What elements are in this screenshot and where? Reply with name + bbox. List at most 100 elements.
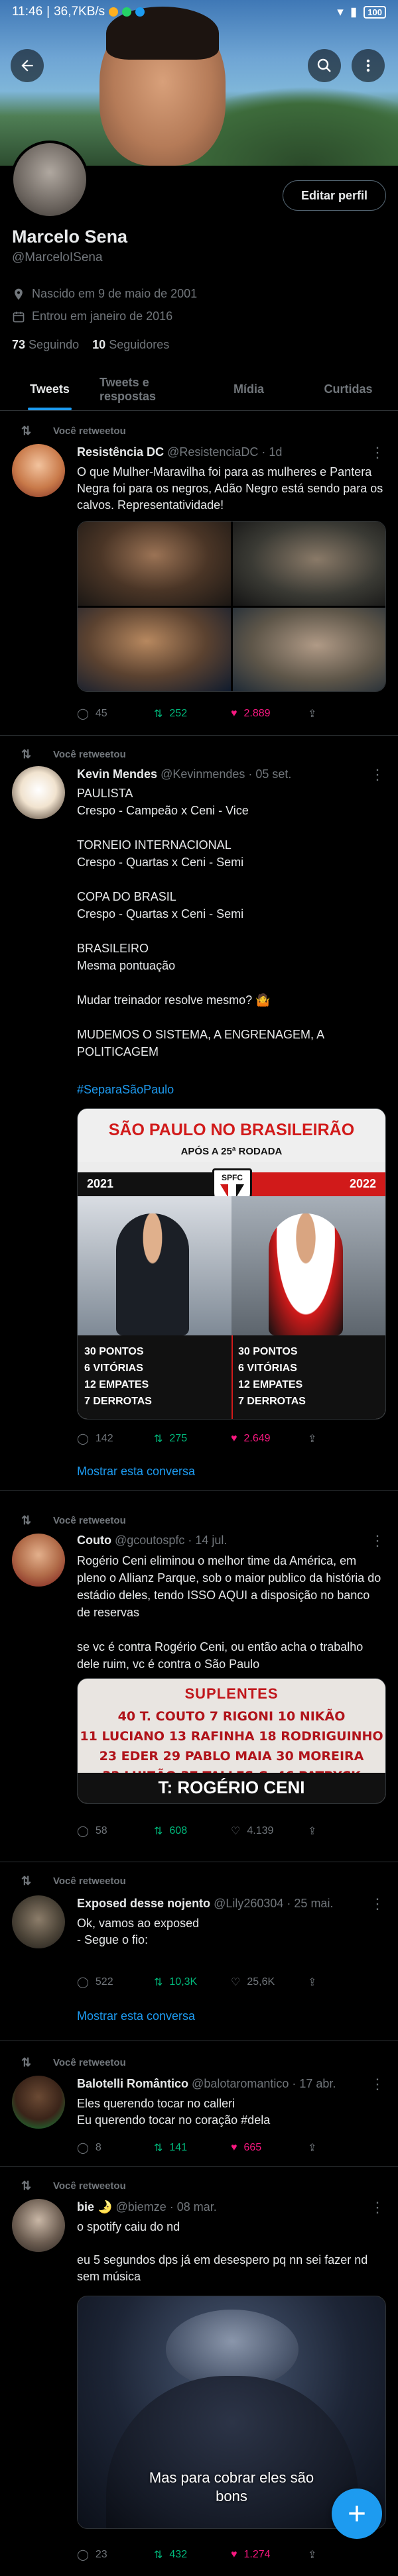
reply-button[interactable]: ◯ 45 <box>77 707 154 720</box>
profile-avatar[interactable] <box>11 140 89 219</box>
retweet-button[interactable]: ⇅ 432 <box>154 2548 231 2561</box>
tweet-author-handle: @biemze · 08 mar. <box>115 2200 217 2213</box>
search-icon <box>317 58 331 72</box>
tweet-author-avatar[interactable] <box>12 1534 65 1587</box>
back-button[interactable] <box>11 49 44 82</box>
retweet-icon: ⇅ <box>21 424 32 437</box>
media-image-1[interactable] <box>78 522 231 606</box>
hashtag-link[interactable]: #SeparaSãoPaulo <box>77 1082 386 1098</box>
reply-button[interactable]: ◯ 58 <box>77 1824 154 1838</box>
retweet-button[interactable]: ⇅ 275 <box>154 1432 231 1445</box>
tab-tweets-replies[interactable]: Tweets e respostas <box>100 368 199 410</box>
tweet-author-avatar[interactable] <box>12 766 65 819</box>
tweet-author-name[interactable]: Exposed desse nojento <box>77 1897 210 1910</box>
tab-media[interactable]: Mídia <box>199 368 298 410</box>
retweet-icon: ⇅ <box>154 2549 163 2561</box>
stat-points: 30 PONTOS <box>84 1346 144 1357</box>
heart-icon: ♥ <box>231 1433 237 1444</box>
tweet-2[interactable]: ⇅ Você retweetou Kevin Mendes @Kevinmend… <box>0 736 398 1491</box>
retweet-button[interactable]: ⇅ 252 <box>154 707 231 720</box>
calendar-icon <box>13 311 25 322</box>
tweet-5[interactable]: ⇅ Você retweetou Balotelli Romântico @ba… <box>0 2041 398 2167</box>
substitutes-line-2: 11 LUCIANO 13 RAFINHA 18 RODRIGUINHO <box>80 1729 383 1744</box>
share-icon: ⇪ <box>308 1826 317 1837</box>
tweet-text: o spotify caiu do nd eu 5 segundos dps j… <box>77 2220 368 2283</box>
tweet-author-avatar[interactable] <box>12 2199 65 2252</box>
tweet-1[interactable]: ⇅ Você retweetou Resistência DC @Resiste… <box>0 411 398 736</box>
retweet-count: 608 <box>169 1825 188 1836</box>
tweet-3[interactable]: ⇅ Você retweetou Couto @gcoutospfc · 14 … <box>0 1491 398 1862</box>
tweet-media-image[interactable]: Mas para cobrar eles são bons <box>77 2296 386 2529</box>
tweet-more-icon[interactable]: ⋮ <box>370 1532 385 1549</box>
tweet-actions: ◯ 58 ⇅ 608 ♡ 4.139 ⇪ <box>77 1822 385 1840</box>
tweet-more-icon[interactable]: ⋮ <box>370 2076 385 2093</box>
show-thread-link[interactable]: Mostrar esta conversa <box>77 1465 195 1479</box>
reply-count: 45 <box>95 708 107 719</box>
reply-button[interactable]: ◯ 142 <box>77 1432 154 1445</box>
card-title: SUPLENTES <box>184 1685 279 1702</box>
tweet-more-icon[interactable]: ⋮ <box>370 1895 385 1913</box>
tweet-author-avatar[interactable] <box>12 444 65 497</box>
tweet-more-icon[interactable]: ⋮ <box>370 766 385 783</box>
like-button[interactable]: ♥ 665 <box>231 2142 308 2154</box>
like-button[interactable]: ♥ 1.274 <box>231 2549 308 2561</box>
compose-tweet-button[interactable]: + <box>332 2489 382 2539</box>
arrow-left-icon <box>21 60 33 72</box>
retweet-indicator: ⇅ Você retweetou <box>21 424 126 437</box>
tweet-more-icon[interactable]: ⋮ <box>370 444 385 461</box>
following-link[interactable]: 73 Seguindo <box>12 338 79 351</box>
tweet-text: PAULISTA Crespo - Campeão x Ceni - Vice … <box>77 787 324 1058</box>
edit-profile-button[interactable]: Editar perfil <box>283 180 386 211</box>
tweet-more-icon[interactable]: ⋮ <box>370 2199 385 2216</box>
like-count: 665 <box>243 2142 262 2153</box>
reply-button[interactable]: ◯ 23 <box>77 2548 154 2561</box>
media-image-3[interactable] <box>78 607 231 691</box>
media-image-4[interactable] <box>232 607 385 691</box>
tweet-author-name[interactable]: bie 🌛 <box>77 2200 112 2213</box>
joined-text: Entrou em janeiro de 2016 <box>32 309 173 323</box>
retweet-button[interactable]: ⇅ 10,3K <box>154 1976 231 1989</box>
figure-body <box>106 2376 358 2528</box>
tweet-author-name[interactable]: Kevin Mendes <box>77 767 157 781</box>
followers-count: 10 <box>92 338 106 351</box>
followers-link[interactable]: 10 Seguidores <box>92 338 169 351</box>
retweet-button[interactable]: ⇅ 608 <box>154 1824 231 1838</box>
retweet-label: Você retweetou <box>53 2057 126 2068</box>
tweet-author-handle: @ResistenciaDC · 1d <box>167 445 283 459</box>
tweet-actions: ◯ 142 ⇅ 275 ♥ 2.649 ⇪ <box>77 1430 385 1447</box>
tweet-author-name[interactable]: Balotelli Romântico <box>77 2077 188 2090</box>
tweet-author-name[interactable]: Couto <box>77 1534 111 1547</box>
tweet-media-card[interactable]: SUPLENTES 40 T. COUTO 7 RIGONI 10 NIKÃO … <box>77 1678 386 1804</box>
share-button[interactable]: ⇪ <box>308 2548 385 2561</box>
retweet-count: 252 <box>169 708 188 719</box>
heart-outline-icon: ♡ <box>231 1977 241 1988</box>
more-options-button[interactable] <box>352 49 385 82</box>
share-button[interactable]: ⇪ <box>308 1824 385 1838</box>
like-button[interactable]: ♡ 4.139 <box>231 1824 308 1838</box>
show-thread-link[interactable]: Mostrar esta conversa <box>77 2009 195 2023</box>
reply-button[interactable]: ◯ 8 <box>77 2141 154 2155</box>
share-button[interactable]: ⇪ <box>308 1432 385 1445</box>
tweet-author-avatar[interactable] <box>12 1895 65 1948</box>
tweet-media-grid[interactable] <box>77 521 386 692</box>
share-button[interactable]: ⇪ <box>308 1976 385 1989</box>
profile-tabs: Tweets Tweets e respostas Mídia Curtidas <box>0 368 398 411</box>
like-button[interactable]: ♥ 2.649 <box>231 1433 308 1445</box>
stat-draws: 12 EMPATES <box>84 1379 149 1390</box>
share-button[interactable]: ⇪ <box>308 707 385 720</box>
media-image-2[interactable] <box>232 522 385 606</box>
tweet-4[interactable]: ⇅ Você retweetou Exposed desse nojento @… <box>0 1862 398 2041</box>
retweet-button[interactable]: ⇅ 141 <box>154 2141 231 2155</box>
tweet-media-card[interactable]: SÃO PAULO NO BRASILEIRÃO APÓS A 25ª RODA… <box>77 1108 386 1420</box>
share-button[interactable]: ⇪ <box>308 2141 385 2155</box>
reply-icon: ◯ <box>77 1977 89 1988</box>
search-button[interactable] <box>308 49 341 82</box>
tab-tweets[interactable]: Tweets <box>0 368 100 410</box>
reply-button[interactable]: ◯ 522 <box>77 1976 154 1989</box>
tweet-author-avatar[interactable] <box>12 2076 65 2129</box>
substitutes-line-3: 23 EDER 29 PABLO MAIA 30 MOREIRA <box>99 1749 364 1764</box>
like-button[interactable]: ♡ 25,6K <box>231 1976 308 1989</box>
tweet-author-name[interactable]: Resistência DC <box>77 445 164 459</box>
like-button[interactable]: ♥ 2.889 <box>231 708 308 720</box>
tab-likes[interactable]: Curtidas <box>298 368 398 410</box>
